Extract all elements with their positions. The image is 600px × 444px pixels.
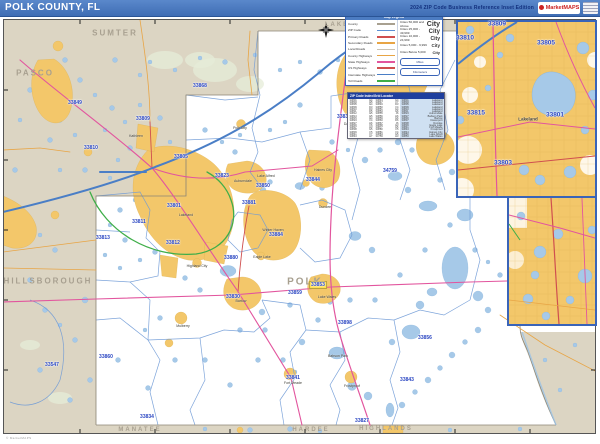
legend-city-items: Cities 50,000 and Above City Cities 25,000… [397, 20, 442, 85]
scale-bar: Miles [400, 58, 440, 66]
legend-city-row: Cities 10,000 - 24,999 City [400, 34, 440, 42]
compass-rose-icon [318, 22, 334, 38]
title-bar: POLK COUNTY, FL 2024 ZIP Code Business R… [0, 0, 600, 17]
zip-index-col1: 33801 E4 33803 E5 33805 E4 33809 D3 33810 D3 33811… [348, 99, 374, 138]
map-poster: POLK COUNTY, FL 2024 ZIP Code Business R… [0, 0, 600, 444]
legend-row: Toll Roads [348, 78, 395, 84]
copyright-text: © MarketMAPS [6, 436, 32, 440]
zip-index-row: 34759 H3 [375, 135, 399, 138]
legend-line-items: County ZIP Code Primary Roads Secondary Roa… [346, 20, 397, 85]
edition-label: 2024 ZIP Code Business Reference Inset E… [410, 5, 534, 11]
zip-index-row: 33843 H7 [349, 135, 373, 138]
inset-winter-haven [507, 196, 597, 326]
inset-lakeland-map [458, 22, 595, 196]
logo-info-box [583, 1, 598, 14]
zip-index-col2: 33844 G4 33847 F7 33849 D3 33850 F4 33851 G4 33853… [374, 99, 400, 138]
map-title: POLK COUNTY, FL [5, 2, 101, 13]
legend-scale-bars: Miles Kilometers [400, 58, 440, 76]
inset-winter-haven-map [509, 198, 595, 324]
zip-index-row: 33853 Lake Wales [401, 135, 443, 138]
legend-city-row: Cities Below 5,000 City [400, 49, 440, 55]
scale-bar: Kilometers [400, 68, 440, 76]
zip-index-table: 33801 E4 33803 E5 33805 E4 33809 D3 33810 D3 33811… [348, 99, 444, 138]
logo-icon [538, 5, 544, 10]
zip-index-col3: 33801 Lakeland 33803 Lakeland 33805 Lakeland 3… [400, 99, 444, 138]
marketmaps-logo: MarketMAPS [538, 1, 580, 14]
zip-index-box: ZIP Code Index/Grid Locator 33801 E4 33803… [347, 92, 445, 139]
logo-text: MarketMAPS [545, 4, 580, 11]
legend-body: County ZIP Code Primary Roads Secondary Roa… [346, 20, 442, 85]
legend-box: Map Legend County ZIP Code Primary Roads Se… [345, 13, 443, 86]
legend-city-row: Cities 5,000 - 9,999 City [400, 42, 440, 48]
inset-lakeland [456, 20, 597, 198]
